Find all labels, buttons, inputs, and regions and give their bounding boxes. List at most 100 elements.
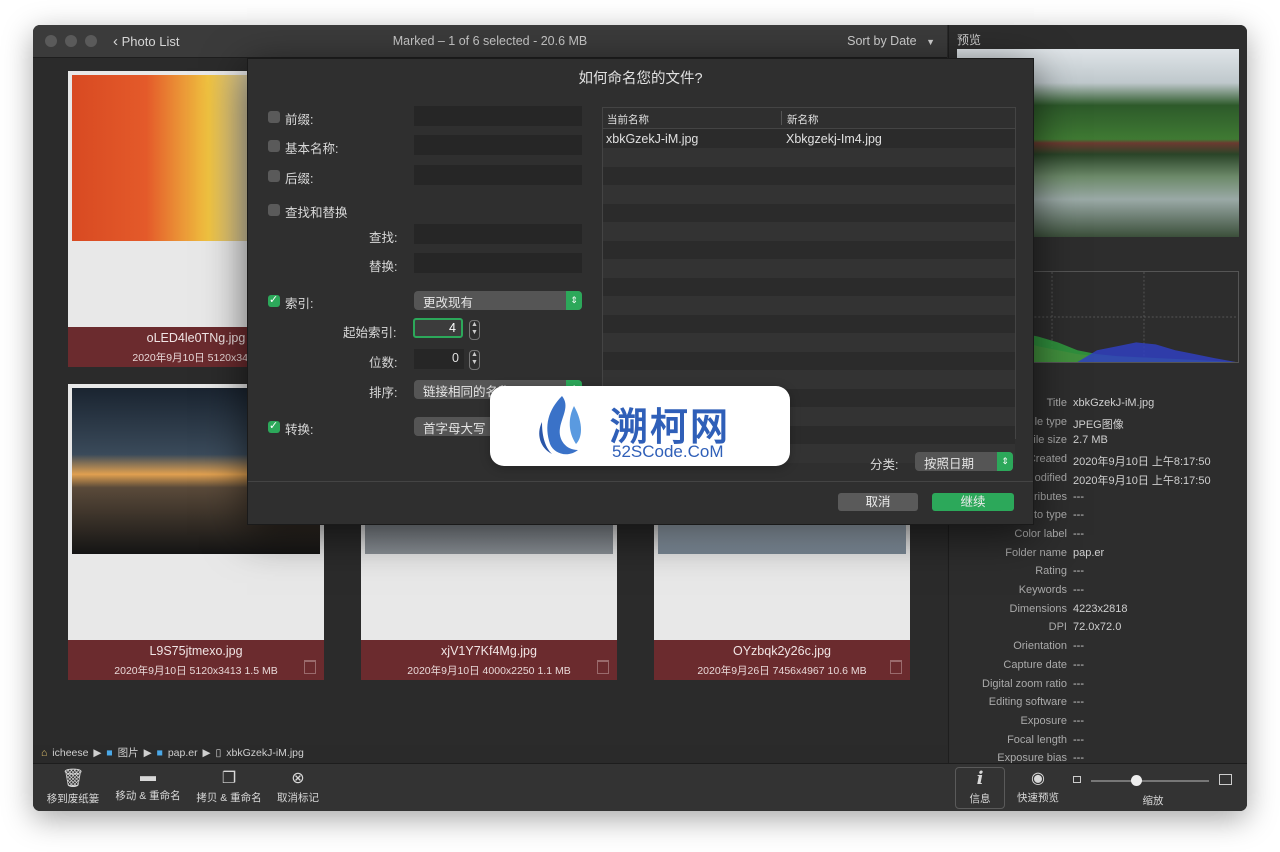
trash-icon[interactable] <box>304 660 316 674</box>
trash-icon[interactable] <box>597 660 609 674</box>
home-icon: ⌂ <box>41 747 48 759</box>
base-name-label: 基本名称: <box>285 142 339 156</box>
watermark-banner: 溯柯网 52SCode.CoM <box>490 386 790 466</box>
start-index-label: 起始索引: <box>343 326 397 340</box>
info-row: Digital zoom ratio --- <box>949 678 1247 696</box>
copy-rename-button[interactable]: ❐ 拷贝 & 重命名 <box>193 768 265 805</box>
info-row: Folder name pap.er <box>949 547 1247 565</box>
window-title: Marked – 1 of 6 selected - 20.6 MB <box>392 34 588 48</box>
updown-arrow-icon: ⇕ <box>566 291 582 310</box>
prefix-checkbox[interactable] <box>268 111 280 123</box>
digits-label: 位数: <box>369 356 398 370</box>
info-key: Rating <box>1035 565 1067 578</box>
table-stripe <box>603 259 1015 278</box>
continue-button[interactable]: 继续 <box>932 493 1014 511</box>
index-mode-popup[interactable]: 更改现有 ⇕ <box>414 291 582 310</box>
order-label: 排序: <box>369 386 398 400</box>
info-key: Digital zoom ratio <box>982 677 1067 690</box>
info-value: 2020年9月10日 上午8:17:50 <box>1073 474 1211 487</box>
cancel-button[interactable]: 取消 <box>838 493 918 511</box>
info-value: --- <box>1073 658 1084 671</box>
unmark-button[interactable]: ⊗ 取消标记 <box>273 768 323 805</box>
table-stripe <box>603 296 1015 315</box>
trash-icon[interactable] <box>890 660 902 674</box>
info-key: Capture date <box>1003 658 1067 671</box>
info-value: --- <box>1073 527 1084 540</box>
table-stripe <box>603 277 1015 296</box>
flame-logo-icon <box>539 396 581 455</box>
photo-filename: xjV1Y7Kf4Mg.jpg <box>441 644 537 658</box>
info-key: Focal length <box>1007 733 1067 746</box>
info-row: Exposure --- <box>949 715 1247 733</box>
info-row: Rating --- <box>949 565 1247 583</box>
find-label: 查找: <box>369 231 398 245</box>
replace-label: 替换: <box>369 260 398 274</box>
watermark-subtitle: 52SCode.CoM <box>612 442 724 461</box>
info-value: --- <box>1073 584 1084 596</box>
zoom-slider[interactable] <box>1091 775 1209 786</box>
info-value: 4223x2818 <box>1073 602 1128 615</box>
info-button[interactable]: i 信息 <box>955 767 1005 809</box>
zoom-slider-knob[interactable] <box>1131 775 1142 786</box>
digits-field[interactable]: 0 <box>414 349 464 369</box>
path-item[interactable]: 图片 <box>118 747 139 759</box>
column-header-current[interactable]: 当前名称 <box>607 112 649 127</box>
index-checkbox[interactable] <box>268 293 280 307</box>
photo-meta: 2020年9月10日 5120x3413 1.5 MB <box>114 665 278 677</box>
title-bar: ‹ Photo List Marked – 1 of 6 selected - … <box>33 25 947 58</box>
info-value: JPEG图像 <box>1073 418 1124 431</box>
start-index-field[interactable]: 4 <box>413 318 463 338</box>
base-name-checkbox[interactable] <box>268 140 280 152</box>
digits-stepper[interactable]: ▲ ▼ <box>469 350 480 370</box>
path-item[interactable]: icheese <box>52 747 88 759</box>
column-header-new[interactable]: 新名称 <box>787 112 819 127</box>
folder-icon: ▬ <box>140 768 156 785</box>
prefix-label: 前缀: <box>285 113 314 127</box>
chevron-right-icon: ▶ <box>143 747 152 759</box>
base-name-field[interactable] <box>414 135 582 155</box>
table-row[interactable]: xbkGzekJ-iM.jpg Xbkgzekj-Im4.jpg <box>603 130 1015 148</box>
sort-popup[interactable]: 按照日期 ⇕ <box>915 452 1013 471</box>
dialog-divider <box>248 481 1033 482</box>
move-to-trash-button[interactable]: 🗑 移到废纸篓 <box>45 768 101 806</box>
table-stripe <box>603 351 1015 370</box>
quicklook-button[interactable]: ◉ 快速预览 <box>1013 768 1063 805</box>
path-item[interactable]: pap.er <box>168 747 198 759</box>
find-replace-checkbox[interactable] <box>268 204 280 216</box>
suffix-field[interactable] <box>414 165 582 185</box>
move-rename-button[interactable]: ▬ 移动 & 重命名 <box>113 768 183 803</box>
chevron-right-icon: ▶ <box>93 747 102 759</box>
info-icon: i <box>976 768 984 789</box>
info-key: DPI <box>1048 621 1067 634</box>
dialog-title: 如何命名您的文件? <box>578 71 703 87</box>
info-value: --- <box>1073 565 1084 578</box>
prefix-field[interactable] <box>414 106 582 126</box>
info-key: Orientation <box>1013 640 1067 653</box>
info-key: Editing software <box>988 696 1067 709</box>
replace-field[interactable] <box>414 253 582 273</box>
suffix-label: 后缀: <box>285 172 314 186</box>
path-item[interactable]: xbkGzekJ-iM.jpg <box>226 747 304 759</box>
index-label: 索引: <box>285 297 314 311</box>
find-replace-label: 查找和替换 <box>285 206 348 220</box>
info-value: 72.0x72.0 <box>1073 621 1122 634</box>
photo-caption: OYzbqk2y26c.jpg 2020年9月26日 7456x4967 10.… <box>654 640 910 680</box>
updown-arrow-icon: ⇕ <box>997 452 1013 471</box>
info-row: Orientation --- <box>949 640 1247 658</box>
info-key: Color label <box>1014 527 1067 540</box>
info-value: pap.er <box>1073 546 1105 559</box>
folder-icon: ■ <box>106 747 113 759</box>
info-value: 2.7 MB <box>1073 434 1108 447</box>
chevron-right-icon: ▶ <box>202 747 211 759</box>
start-index-stepper[interactable]: ▲ ▼ <box>469 320 480 340</box>
suffix-checkbox[interactable] <box>268 170 280 182</box>
zoom-label: 缩放 <box>1142 795 1164 807</box>
convert-checkbox[interactable] <box>268 419 280 433</box>
photo-filename: OYzbqk2y26c.jpg <box>733 644 831 658</box>
sort-button[interactable]: Sort by Date ▼ <box>847 34 935 48</box>
unmark-icon: ⊗ <box>291 770 305 787</box>
find-field[interactable] <box>414 224 582 244</box>
info-value: --- <box>1073 490 1084 503</box>
info-value: xbkGzekJ-iM.jpg <box>1073 397 1155 409</box>
trash-icon: 🗑 <box>61 768 85 788</box>
